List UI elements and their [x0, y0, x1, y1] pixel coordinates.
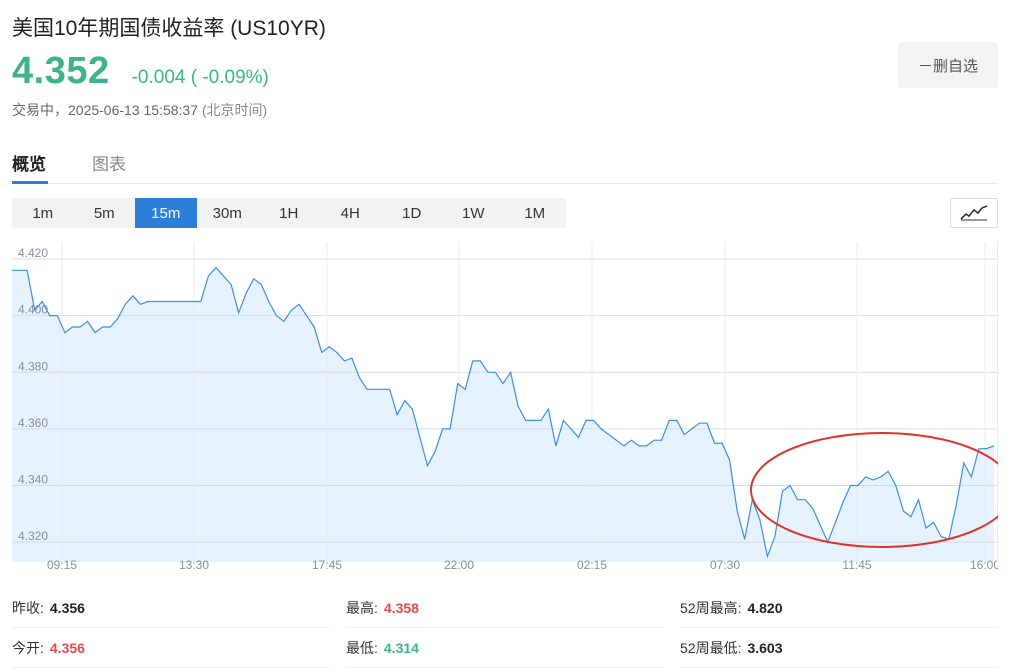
- stat-value: 4.358: [383, 599, 419, 616]
- x-tick-label: 17:45: [312, 558, 342, 572]
- tab-overview[interactable]: 概览: [12, 150, 46, 175]
- y-tick-label: 4.420: [18, 246, 48, 260]
- interval-1mo[interactable]: 1M: [504, 198, 566, 228]
- current-price: 4.352: [12, 50, 110, 92]
- stat-value: 4.356: [49, 599, 85, 616]
- price-row: 4.352 -0.004 ( -0.09%): [12, 50, 269, 93]
- stat-label: 今开:: [12, 639, 44, 656]
- price-chart-svg: 4.4204.4004.3804.3604.3404.32009:15 13:30…: [12, 242, 1014, 580]
- stat-label: 昨收:: [12, 599, 44, 616]
- price-chart[interactable]: 4.420 4.400 4.380 4.360 4.340 4.320 09:15 13:30…: [12, 242, 1014, 580]
- x-tick-label: 02:15: [577, 558, 607, 572]
- interval-1h[interactable]: 1H: [258, 198, 320, 228]
- page-title: 美国10年期国债收益率 (US10YR): [12, 17, 326, 40]
- interval-4h[interactable]: 4H: [320, 198, 382, 228]
- stat-high: 最高: 4.358: [346, 588, 664, 628]
- stat-52w-low: 52周最低: 3.603: [680, 628, 998, 668]
- stat-label: 最低:: [346, 639, 378, 656]
- interval-15m[interactable]: 15m: [135, 198, 197, 228]
- stat-value: 4.820: [747, 599, 783, 616]
- y-tick-label: 4.320: [18, 529, 48, 543]
- tab-chart[interactable]: 图表: [92, 150, 126, 175]
- interval-selector: 1m 5m 15m 30m 1H 4H 1D 1W 1M: [12, 198, 566, 228]
- active-tab-indicator: [12, 181, 48, 184]
- x-tick-label: 07:30: [710, 558, 740, 572]
- x-tick-label: 16:00: [970, 558, 998, 572]
- interval-5m[interactable]: 5m: [74, 198, 136, 228]
- timezone-label: (北京时间): [201, 102, 268, 118]
- x-tick-label: 13:30: [179, 558, 209, 572]
- trading-status: 交易中，2025-06-13 15:58:37 (北京时间): [12, 100, 267, 120]
- chart-type-button[interactable]: [950, 198, 998, 228]
- interval-30m[interactable]: 30m: [197, 198, 259, 228]
- y-tick-label: 4.380: [18, 359, 48, 373]
- x-tick-label: 09:15: [47, 558, 77, 572]
- view-tabs: 概览 图表: [12, 146, 998, 184]
- stat-value: 3.603: [747, 639, 783, 656]
- line-chart-icon: [960, 205, 988, 221]
- interval-1d[interactable]: 1D: [381, 198, 443, 228]
- interval-1w[interactable]: 1W: [443, 198, 505, 228]
- stat-52w-high: 52周最高: 4.820: [680, 588, 998, 628]
- x-tick-label: 11:45: [842, 558, 871, 572]
- stat-value: 4.356: [49, 639, 85, 656]
- stat-prev-close: 昨收: 4.356: [12, 588, 330, 628]
- x-tick-label: 22:00: [444, 558, 474, 572]
- status-text: 交易中，2025-06-13 15:58:37: [12, 102, 198, 118]
- interval-1m[interactable]: 1m: [12, 198, 74, 228]
- y-tick-label: 4.360: [18, 416, 48, 430]
- stat-low: 最低: 4.314: [346, 628, 664, 668]
- stat-label: 52周最低:: [680, 639, 742, 656]
- stat-label: 52周最高:: [680, 599, 742, 616]
- stat-label: 最高:: [346, 599, 378, 616]
- stat-value: 4.314: [383, 639, 419, 656]
- y-tick-label: 4.340: [18, 473, 48, 487]
- stat-open: 今开: 4.356: [12, 628, 330, 668]
- price-change: -0.004 ( -0.09%): [131, 67, 269, 88]
- remove-watchlist-button[interactable]: －删自选: [898, 42, 998, 88]
